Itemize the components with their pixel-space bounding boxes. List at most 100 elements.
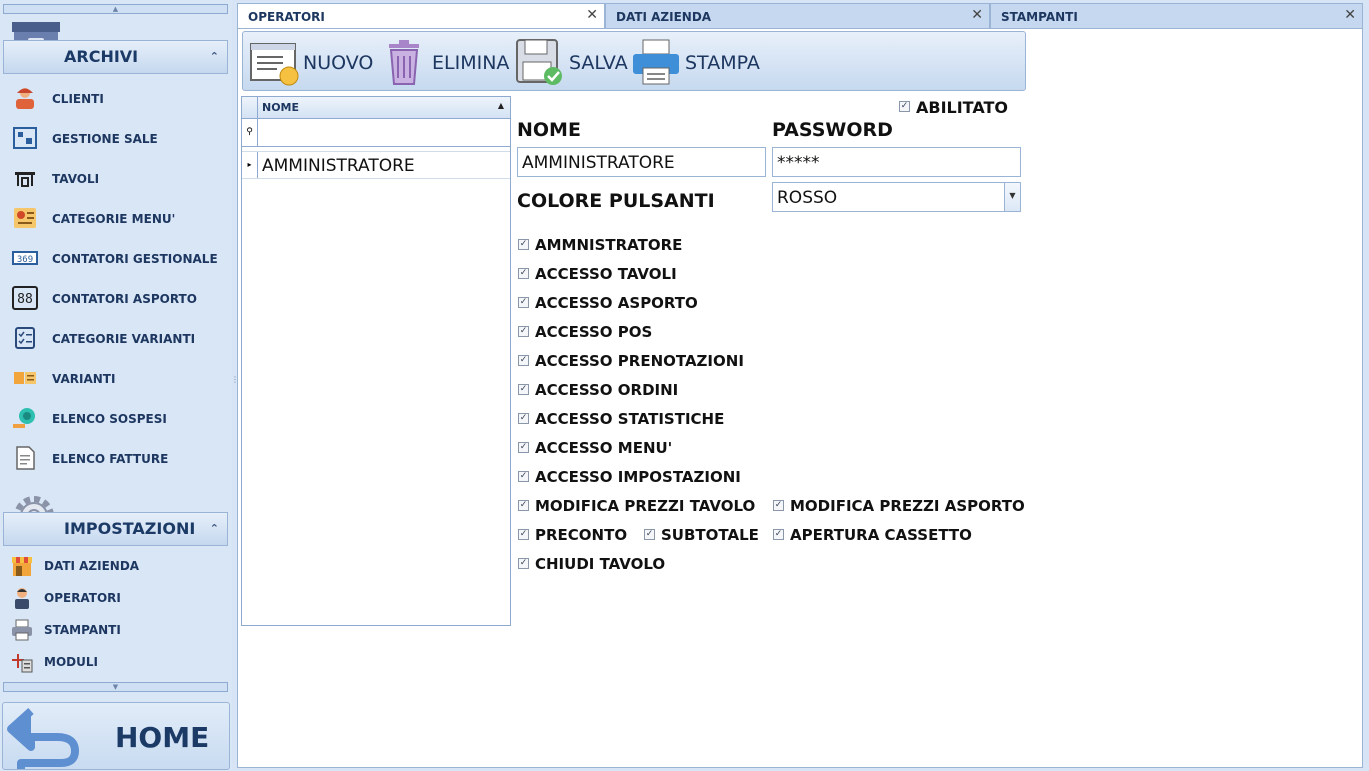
client-icon	[16, 88, 34, 109]
tab-dati-azienda[interactable]: DATI AZIENDA ✕	[605, 3, 990, 28]
counter-icon: 369	[12, 251, 38, 265]
sidebar: ▲ ARCHIVI ⌃ CLIENTI GESTIONE SALE TAVOLI…	[0, 0, 232, 771]
button-color-label: COLORE PULSANTI	[517, 190, 715, 212]
sidebar-scroll-down-button[interactable]: ▼	[3, 682, 228, 692]
svg-text:88: 88	[17, 292, 33, 307]
sidebar-item-label: TAVOLI	[52, 172, 100, 186]
sidebar-item-label: CONTATORI ASPORTO	[52, 292, 197, 306]
name-field[interactable]: AMMINISTRATORE	[517, 147, 766, 177]
print-button[interactable]: STAMPA	[631, 36, 761, 88]
button-color-value: ROSSO	[777, 188, 838, 208]
sidebar-item-varianti[interactable]: VARIANTI	[10, 362, 225, 394]
button-color-select[interactable]: ROSSO ▼	[772, 182, 1021, 212]
checkbox-label: ACCESSO TAVOLI	[535, 265, 677, 283]
new-button[interactable]: NUOVO	[249, 36, 373, 88]
password-field[interactable]: *****	[772, 147, 1021, 177]
save-icon	[516, 39, 562, 85]
operator-icon	[15, 588, 29, 609]
checkbox-mark: ✓	[518, 529, 529, 540]
sort-ascending-icon: ▲	[497, 101, 504, 110]
variants-icon	[14, 372, 36, 384]
sidebar-item-label: DATI AZIENDA	[44, 559, 140, 573]
checkbox-mark: ✓	[899, 101, 910, 112]
checkbox-mark: ✓	[518, 326, 529, 337]
close-icon[interactable]: ✕	[586, 7, 598, 23]
sidebar-item-elenco-fatture[interactable]: ELENCO FATTURE	[10, 442, 225, 474]
checkbox-label: ACCESSO STATISTICHE	[535, 410, 725, 428]
checkbox-label: ACCESSO ASPORTO	[535, 294, 698, 312]
checkbox-label: ABILITATO	[916, 98, 1009, 117]
toolbar: NUOVO ELIMINA SALVA STAMPA	[242, 31, 1026, 91]
checkbox-label: PRECONTO	[535, 526, 628, 544]
row-nome-value: AMMINISTRATORE	[262, 156, 415, 176]
checkbox-label: MODIFICA PREZZI ASPORTO	[790, 497, 1025, 515]
chevron-up-icon[interactable]: ⌃	[210, 522, 219, 535]
sidebar-item-contatori-gestionale[interactable]: 369 CONTATORI GESTIONALE	[10, 242, 225, 274]
checkbox-mark: ✓	[644, 529, 655, 540]
sidebar-item-label: STAMPANTI	[44, 623, 121, 637]
grid-filter-row[interactable]: ⚲	[242, 119, 510, 147]
home-label: HOME	[115, 721, 210, 754]
checkbox-label: ACCESSO MENU'	[535, 439, 673, 457]
print-label: STAMPA	[685, 52, 760, 74]
impostazioni-group-title: IMPOSTAZIONI	[64, 519, 196, 538]
back-arrow-icon	[7, 708, 79, 769]
sidebar-item-moduli[interactable]: MODULI	[10, 648, 225, 680]
tab-label: OPERATORI	[248, 10, 325, 24]
tab-bar: OPERATORI ✕ DATI AZIENDA ✕ STAMPANTI ✕	[237, 3, 1363, 29]
sidebar-item-dati-azienda[interactable]: DATI AZIENDA	[10, 552, 225, 584]
sidebar-item-tavoli[interactable]: TAVOLI	[10, 162, 225, 194]
sidebar-item-clienti[interactable]: CLIENTI	[10, 82, 225, 114]
checkbox-mark: ✓	[518, 471, 529, 482]
archivi-group-title: ARCHIVI	[64, 47, 139, 66]
sidebar-item-label: VARIANTI	[52, 372, 116, 386]
password-label: PASSWORD	[772, 119, 893, 141]
digital-counter-icon: 88	[12, 286, 38, 310]
new-label: NUOVO	[303, 52, 374, 74]
checkbox-label: CHIUDI TAVOLO	[535, 555, 666, 573]
sidebar-item-stampanti[interactable]: STAMPANTI	[10, 616, 225, 648]
sidebar-item-elenco-sospesi[interactable]: ELENCO SOSPESI	[10, 402, 225, 434]
chevron-up-icon[interactable]: ⌃	[210, 50, 219, 63]
checkbox-mark: ✓	[518, 558, 529, 569]
sidebar-item-label: CONTATORI GESTIONALE	[52, 252, 218, 266]
close-icon[interactable]: ✕	[1344, 7, 1356, 23]
name-value: AMMINISTRATORE	[522, 153, 675, 173]
checkbox-label: ACCESSO POS	[535, 323, 653, 341]
tab-operatori[interactable]: OPERATORI ✕	[237, 3, 605, 29]
tab-label: DATI AZIENDA	[616, 10, 712, 24]
sidebar-item-categorie-varianti[interactable]: CATEGORIE VARIANTI	[10, 322, 225, 354]
tab-label: STAMPANTI	[1001, 10, 1078, 24]
room-plan-icon	[13, 127, 37, 149]
save-button[interactable]: SALVA	[515, 36, 628, 88]
chevron-down-icon[interactable]: ▼	[1004, 183, 1020, 211]
close-icon[interactable]: ✕	[971, 7, 983, 23]
sidebar-item-operatori[interactable]: OPERATORI	[10, 584, 225, 616]
sidebar-splitter[interactable]: ⋮	[231, 376, 239, 394]
new-document-icon	[250, 43, 299, 86]
impostazioni-group-header[interactable]: IMPOSTAZIONI ⌃	[3, 512, 228, 546]
modules-icon	[12, 654, 33, 673]
printer-icon	[12, 619, 32, 641]
sidebar-item-categorie-menu[interactable]: CATEGORIE MENU'	[10, 202, 225, 234]
coin-hand-icon	[13, 408, 35, 428]
menu-category-icon	[14, 208, 36, 228]
sidebar-item-gestione-sale[interactable]: GESTIONE SALE	[10, 122, 225, 154]
checkbox-label: ACCESSO ORDINI	[535, 381, 679, 399]
delete-button[interactable]: ELIMINA	[381, 36, 510, 88]
sidebar-item-label: CLIENTI	[52, 92, 104, 106]
delete-label: ELIMINA	[432, 52, 510, 74]
archivi-group-header[interactable]: ARCHIVI ⌃	[3, 40, 228, 74]
table-row[interactable]: ▸ AMMINISTRATORE	[242, 151, 510, 179]
svg-text:369: 369	[17, 255, 33, 265]
tab-stampanti[interactable]: STAMPANTI ✕	[990, 3, 1363, 28]
sidebar-scroll-up-button[interactable]: ▲	[3, 4, 228, 14]
shop-icon	[12, 557, 32, 576]
checkbox-label: AMMNISTRATORE	[535, 236, 683, 254]
invoice-icon	[16, 446, 35, 470]
column-header-nome[interactable]: NOME	[262, 101, 299, 114]
sidebar-item-contatori-asporto[interactable]: 88 CONTATORI ASPORTO	[10, 282, 225, 314]
sidebar-item-label: ELENCO FATTURE	[52, 452, 169, 466]
checkbox-mark: ✓	[518, 268, 529, 279]
home-button[interactable]: HOME	[2, 702, 230, 770]
